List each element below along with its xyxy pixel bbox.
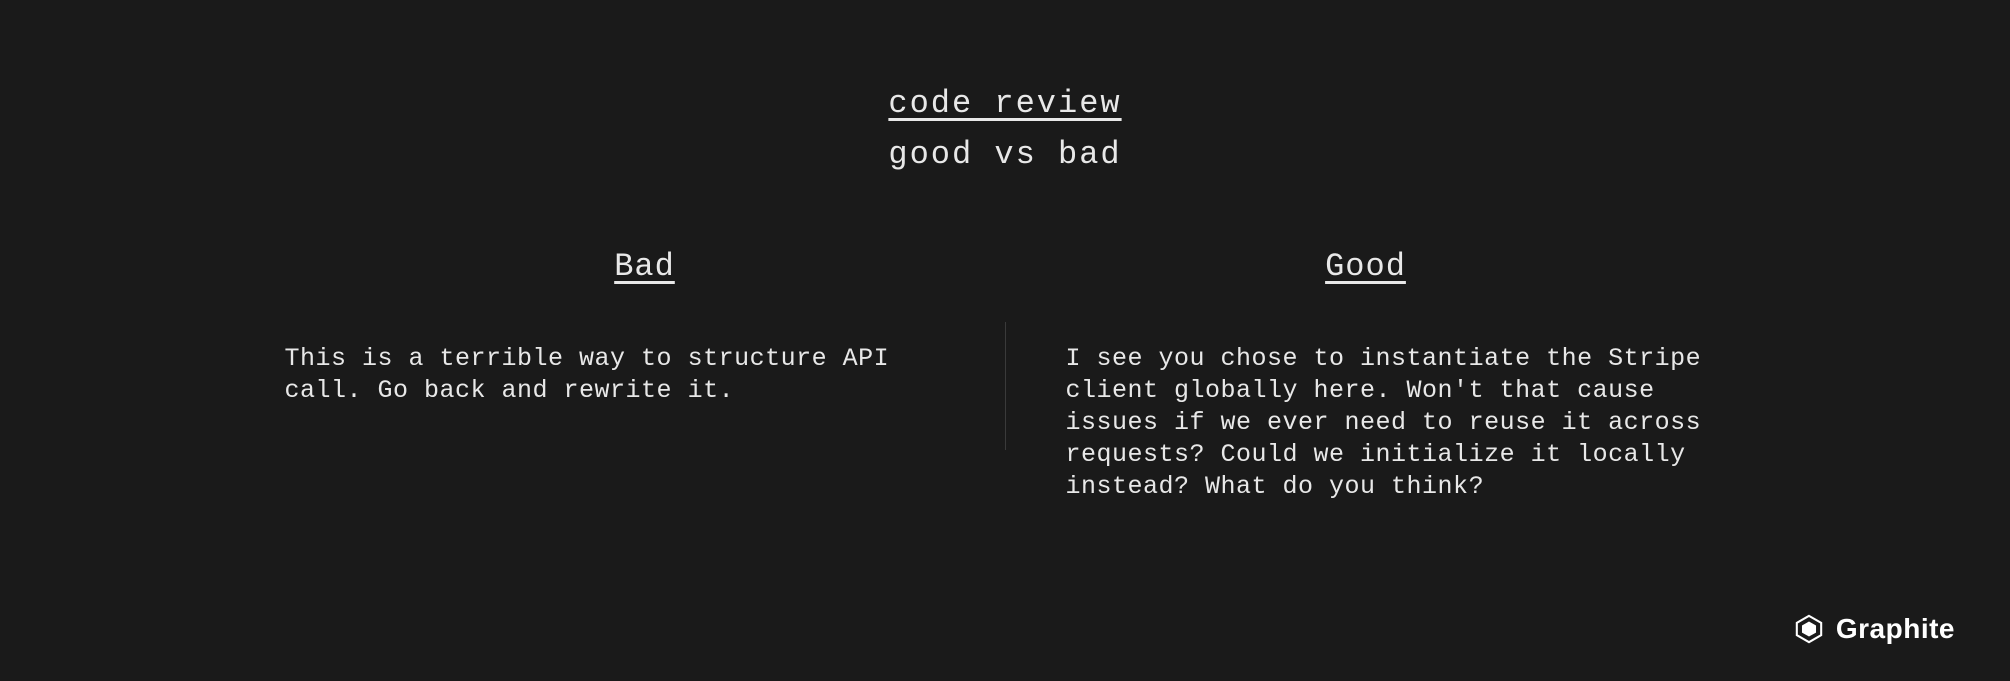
comparison-columns: Bad This is a terrible way to structure … xyxy=(0,248,2010,503)
slide-container: code review good vs bad Bad This is a te… xyxy=(0,0,2010,503)
brand-footer: Graphite xyxy=(1794,613,1955,645)
graphite-logo-icon xyxy=(1794,614,1824,644)
good-body-text: I see you chose to instantiate the Strip… xyxy=(1006,343,1726,503)
good-column: Good I see you chose to instantiate the … xyxy=(1006,248,1726,503)
good-heading: Good xyxy=(1325,248,1406,285)
bad-column: Bad This is a terrible way to structure … xyxy=(285,248,1005,503)
slide-title: code review xyxy=(888,85,1121,122)
slide-subtitle: good vs bad xyxy=(888,136,1121,173)
brand-name-text: Graphite xyxy=(1836,613,1955,645)
bad-body-text: This is a terrible way to structure API … xyxy=(285,343,1005,407)
bad-heading: Bad xyxy=(614,248,675,285)
